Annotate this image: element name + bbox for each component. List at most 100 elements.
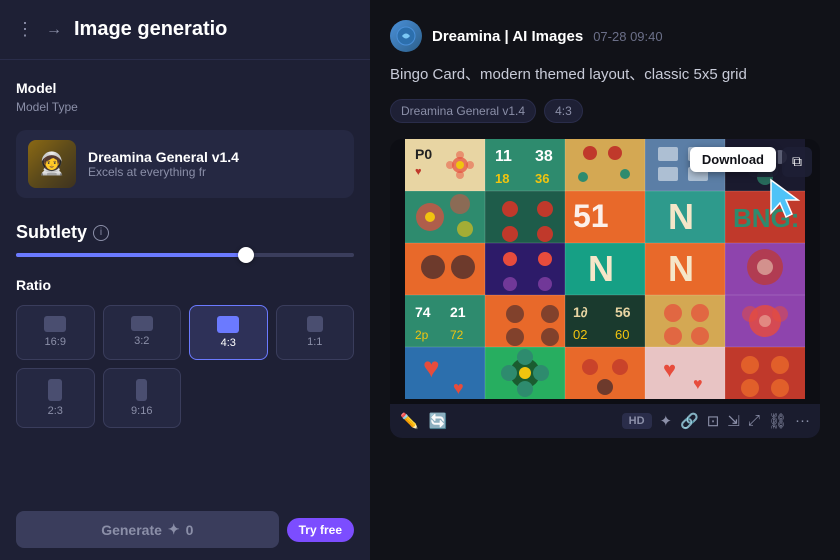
ratio-btn-16-9[interactable]: 16:9: [16, 305, 95, 360]
download-tooltip: Download: [690, 147, 776, 172]
left-panel: ⋮ → Image generatio Model Model Type 🧑‍🚀…: [0, 0, 370, 560]
slider-thumb[interactable]: [238, 247, 254, 263]
cursor-arrow-icon: [766, 175, 816, 225]
model-card[interactable]: 🧑‍🚀 Dreamina General v1.4 Excels at ever…: [16, 130, 354, 198]
ratio-btn-4-3[interactable]: 4:3: [189, 305, 268, 360]
link-icon[interactable]: 🔗: [680, 412, 699, 430]
chat-header: Dreamina | AI Images 07-28 09:40: [390, 20, 820, 52]
ratio-icon-1-1: [307, 316, 323, 332]
ratio-btn-1-1[interactable]: 1:1: [276, 305, 355, 360]
svg-text:21: 21: [450, 304, 466, 320]
panel-title: Image generatio: [74, 18, 227, 41]
subtlety-label-row: Subtlety i: [16, 222, 354, 243]
svg-text:56: 56: [615, 304, 631, 320]
menu-icon[interactable]: ⋮: [16, 19, 34, 40]
ratio-label-1-1: 1:1: [307, 336, 322, 348]
cursor-arrow: [766, 175, 816, 225]
svg-text:N: N: [668, 196, 694, 237]
ratio-icon-2-3: [48, 379, 62, 401]
ratio-btn-2-3[interactable]: 2:3: [16, 368, 95, 428]
svg-text:51: 51: [573, 198, 609, 234]
chain-icon[interactable]: ⛓: [768, 412, 787, 430]
svg-text:38: 38: [535, 148, 553, 165]
model-type-sublabel: Model Type: [16, 100, 354, 114]
dreamina-logo-icon: [396, 26, 416, 46]
subtlety-label: Subtlety: [16, 222, 87, 243]
crop-icon[interactable]: ⊡: [707, 412, 720, 430]
generate-icon: ✦: [168, 521, 180, 538]
subtlety-slider[interactable]: [16, 253, 354, 257]
bingo-card-image: P0 ♥ 11 38 18 36: [390, 139, 820, 399]
hd-badge[interactable]: HD: [622, 413, 652, 429]
svg-text:02: 02: [573, 327, 587, 342]
model-name: Dreamina General v1.4: [88, 149, 239, 165]
ratio-icon-9-16: [136, 379, 147, 401]
model-description: Excels at everything fr: [88, 165, 239, 179]
ratio-grid-row2: 2:3 9:16: [16, 368, 354, 428]
generate-button[interactable]: Generate ✦ 0: [16, 511, 279, 548]
image-toolbar-bottom: ✏️ 🔄 HD ✦ 🔗 ⊡ ⇲ ⤢ ⛓ ···: [390, 404, 820, 438]
magic-icon[interactable]: ✦: [660, 412, 673, 430]
app-name: Dreamina | AI Images: [432, 28, 583, 45]
ratio-grid-row1: 16:9 3:2 4:3 1:1: [16, 305, 354, 360]
svg-text:18: 18: [495, 171, 509, 186]
svg-text:♥: ♥: [423, 352, 440, 383]
expand-button[interactable]: ⧉: [782, 147, 812, 177]
model-info: Dreamina General v1.4 Excels at everythi…: [88, 149, 239, 179]
svg-text:N: N: [588, 248, 614, 289]
more-icon[interactable]: ···: [795, 412, 810, 429]
panel-content: Model Model Type 🧑‍🚀 Dreamina General v1…: [0, 60, 370, 468]
tag-ratio: 4:3: [544, 99, 583, 123]
chat-time: 07-28 09:40: [593, 29, 662, 44]
model-section-label: Model: [16, 80, 354, 96]
generate-cost: 0: [186, 522, 194, 538]
slider-fill: [16, 253, 246, 257]
ratio-label-3-2: 3:2: [134, 335, 149, 347]
svg-text:11: 11: [495, 148, 512, 165]
ratio-btn-3-2[interactable]: 3:2: [103, 305, 182, 360]
subtlety-section: Subtlety i: [16, 222, 354, 257]
ratio-icon-3-2: [131, 316, 153, 331]
model-thumbnail: 🧑‍🚀: [28, 140, 76, 188]
svg-text:♥: ♥: [453, 378, 464, 398]
try-free-badge[interactable]: Try free: [287, 518, 354, 542]
bottom-right-tools: HD ✦ 🔗 ⊡ ⇲ ⤢ ⛓ ···: [622, 412, 810, 430]
ratio-label-16-9: 16:9: [45, 336, 66, 348]
edit-icon[interactable]: ✏️: [400, 412, 419, 430]
chat-prompt: Bingo Card、modern themed layout、classic …: [390, 64, 820, 87]
generate-bar: Generate ✦ 0 Try free: [0, 499, 370, 560]
right-panel: Dreamina | AI Images 07-28 09:40 Bingo C…: [370, 0, 840, 560]
svg-text:P0: P0: [415, 146, 432, 162]
image-container: Download ⬇ ⧉ P0 ♥: [390, 139, 820, 438]
svg-text:N: N: [668, 248, 694, 289]
svg-text:♥: ♥: [663, 357, 676, 382]
bottom-left-tools: ✏️ 🔄: [400, 412, 447, 430]
model-emoji: 🧑‍🚀: [38, 151, 65, 177]
ratio-label-4-3: 4:3: [221, 337, 236, 349]
svg-text:72: 72: [450, 328, 464, 342]
svg-text:74: 74: [415, 304, 431, 320]
svg-text:♥: ♥: [693, 376, 703, 393]
refresh-icon[interactable]: 🔄: [429, 412, 448, 430]
svg-text:1∂: 1∂: [573, 304, 588, 320]
subtlety-info-icon[interactable]: i: [93, 225, 109, 241]
ratio-label: Ratio: [16, 277, 354, 293]
svg-text:60: 60: [615, 327, 629, 342]
generate-label: Generate: [101, 522, 162, 538]
svg-text:♥: ♥: [415, 166, 422, 178]
ratio-btn-9-16[interactable]: 9:16: [103, 368, 182, 428]
resize-icon[interactable]: ⇲: [727, 412, 740, 430]
tag-model: Dreamina General v1.4: [390, 99, 536, 123]
svg-text:2p: 2p: [415, 328, 429, 342]
ratio-icon-16-9: [44, 316, 66, 332]
ratio-label-2-3: 2:3: [48, 405, 63, 417]
svg-text:36: 36: [535, 171, 549, 186]
ratio-label-9-16: 9:16: [131, 405, 152, 417]
ratio-section: Ratio 16:9 3:2 4:3 1:1: [16, 277, 354, 428]
tags-row: Dreamina General v1.4 4:3: [390, 99, 820, 123]
arrow-icon[interactable]: →: [46, 21, 62, 39]
ratio-icon-4-3: [217, 316, 239, 333]
app-logo: [390, 20, 422, 52]
expand-icon[interactable]: ⤢: [748, 412, 760, 429]
panel-header: ⋮ → Image generatio: [0, 0, 370, 60]
